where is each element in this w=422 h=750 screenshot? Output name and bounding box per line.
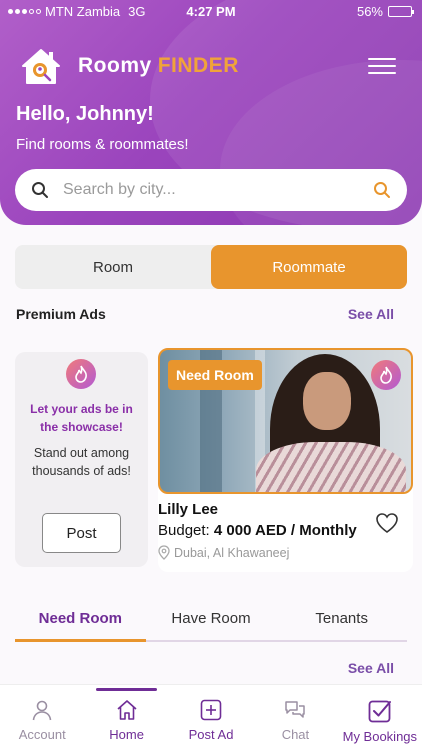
search-submit-icon[interactable] bbox=[373, 181, 391, 199]
post-button[interactable]: Post bbox=[42, 513, 121, 553]
tab-have-room[interactable]: Have Room bbox=[146, 604, 277, 640]
budget-label: Budget: bbox=[158, 522, 210, 539]
checkbox-icon bbox=[368, 700, 391, 723]
toggle-room[interactable]: Room bbox=[15, 245, 211, 289]
status-bar: MTN Zambia 3G 4:27 PM 56% bbox=[0, 0, 422, 22]
flame-icon bbox=[66, 359, 96, 389]
chat-icon bbox=[285, 701, 306, 718]
ad-budget: Budget: 4 000 AED / Monthly bbox=[158, 522, 357, 539]
battery-percent: 56% bbox=[356, 4, 383, 19]
listings-see-all-link[interactable]: See All bbox=[348, 660, 394, 676]
nav-label: Home bbox=[109, 727, 144, 742]
app-header: MTN Zambia 3G 4:27 PM 56% Roomy FINDER He… bbox=[0, 0, 422, 225]
flame-icon bbox=[371, 360, 401, 390]
location-pin-icon bbox=[158, 545, 170, 560]
greeting-title: Hello, Johnny! bbox=[16, 103, 154, 125]
nav-home[interactable]: Home bbox=[84, 685, 168, 750]
battery-icon bbox=[388, 6, 414, 17]
home-icon bbox=[117, 700, 137, 720]
app-brand: Roomy FINDER bbox=[78, 54, 239, 78]
brand-name-accent: FINDER bbox=[157, 54, 239, 77]
nav-my-bookings[interactable]: My Bookings bbox=[338, 685, 422, 750]
user-icon bbox=[32, 700, 52, 721]
nav-account[interactable]: Account bbox=[0, 685, 84, 750]
toggle-roommate[interactable]: Roommate bbox=[211, 245, 407, 289]
search-input[interactable] bbox=[63, 175, 363, 205]
plus-square-icon bbox=[200, 699, 222, 721]
search-icon bbox=[32, 182, 48, 198]
nav-label: Post Ad bbox=[188, 727, 234, 742]
ad-location: Dubai, Al Khawaneej bbox=[158, 545, 289, 560]
nav-post-ad[interactable]: Post Ad bbox=[169, 685, 253, 750]
search-bar bbox=[15, 169, 407, 211]
nav-label: Chat bbox=[281, 727, 310, 742]
nav-chat[interactable]: Chat bbox=[253, 685, 337, 750]
room-roommate-toggle: Room Roommate bbox=[15, 245, 407, 289]
greeting-subtitle: Find rooms & roommates! bbox=[16, 136, 189, 153]
tab-need-room[interactable]: Need Room bbox=[15, 604, 146, 642]
ad-photo[interactable]: Need Room bbox=[158, 348, 413, 494]
premium-see-all-link[interactable]: See All bbox=[348, 306, 394, 322]
premium-ad-card[interactable]: Need Room Lilly Lee Budget: 4 000 AED / … bbox=[158, 348, 413, 572]
premium-ads-title: Premium Ads bbox=[16, 306, 106, 322]
nav-label: My Bookings bbox=[342, 729, 418, 744]
brand-name: Roomy bbox=[78, 54, 152, 77]
promo-headline: Let your ads be in the showcase! bbox=[30, 402, 133, 434]
favorite-heart-icon[interactable] bbox=[375, 512, 399, 534]
location-text: Dubai, Al Khawaneej bbox=[174, 545, 290, 560]
hamburger-menu-icon[interactable] bbox=[368, 58, 396, 74]
app-logo-icon bbox=[22, 49, 60, 84]
ad-name: Lilly Lee bbox=[158, 501, 219, 518]
budget-value: 4 000 AED / Monthly bbox=[213, 522, 357, 539]
listing-tabs: Need Room Have Room Tenants bbox=[15, 604, 407, 642]
need-room-badge: Need Room bbox=[168, 360, 262, 390]
promo-body: Stand out among thousands of ads! bbox=[32, 446, 131, 478]
tab-tenants[interactable]: Tenants bbox=[276, 604, 407, 640]
promo-card: Let your ads be in the showcase! Stand o… bbox=[15, 352, 148, 567]
nav-label: Account bbox=[18, 727, 66, 742]
bottom-navigation: Account Home Post Ad Chat My Bookings bbox=[0, 684, 422, 750]
